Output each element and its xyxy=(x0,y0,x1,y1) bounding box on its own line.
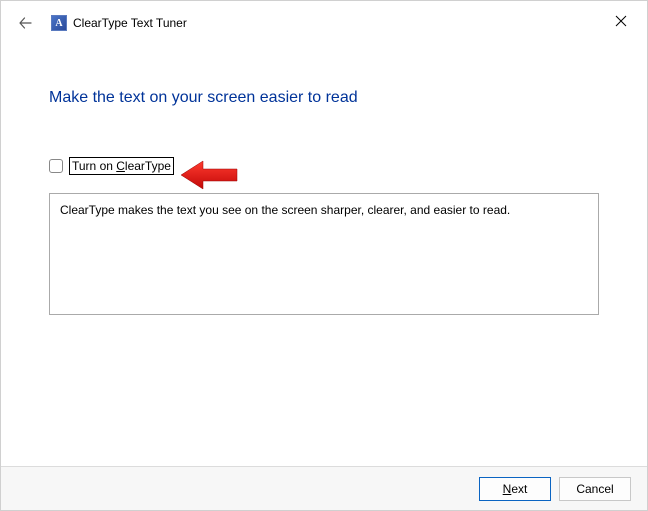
back-arrow-icon xyxy=(17,15,33,31)
cancel-button[interactable]: Cancel xyxy=(559,477,631,501)
content-area: Make the text on your screen easier to r… xyxy=(1,89,647,315)
description-text: ClearType makes the text you see on the … xyxy=(60,203,510,217)
window-title: ClearType Text Tuner xyxy=(73,16,187,30)
page-heading: Make the text on your screen easier to r… xyxy=(49,89,599,107)
turn-on-cleartype-label[interactable]: Turn on ClearType xyxy=(69,157,174,175)
close-icon xyxy=(615,15,627,27)
close-button[interactable] xyxy=(605,9,637,33)
turn-on-cleartype-checkbox[interactable] xyxy=(49,159,63,173)
app-icon: A xyxy=(51,15,67,31)
next-button[interactable]: Next xyxy=(479,477,551,501)
back-button[interactable] xyxy=(13,11,37,35)
description-box: ClearType makes the text you see on the … xyxy=(49,193,599,315)
titlebar: A ClearType Text Tuner xyxy=(1,1,647,45)
footer: Next Cancel xyxy=(1,466,647,510)
